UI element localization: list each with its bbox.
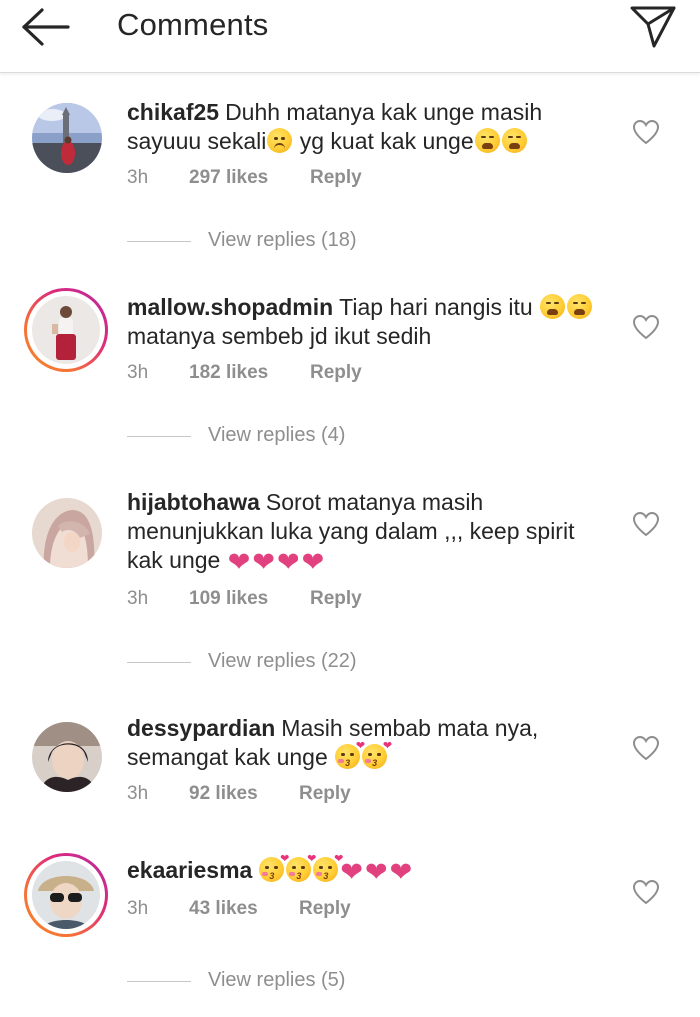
avatar-image [32,861,100,929]
view-replies-label: View replies (22) [208,650,357,672]
view-replies-button[interactable]: View replies (22) [127,650,427,674]
page-title: Comments [117,7,269,42]
share-button[interactable] [628,2,678,50]
view-replies-label: View replies (18) [208,229,357,251]
avatar[interactable] [24,490,108,574]
comment-body-continued: yg kuat kak unge [293,128,474,154]
pink-heart-emoji: ❤ [340,857,363,887]
reply-button[interactable]: Reply [299,898,351,920]
arrow-left-icon [22,8,70,46]
likes-count[interactable]: 43 likes [189,898,258,920]
comment-text: ekaariesma 3 ❤ 3 ❤ 3 ❤ ❤❤❤ [127,854,607,887]
top-bar: Comments [0,0,700,73]
like-button[interactable] [632,314,660,340]
avatar[interactable] [24,714,108,798]
comment-username[interactable]: chikaf25 [127,99,219,125]
comment-body: Tiap hari nangis itu [339,294,540,320]
reply-button[interactable]: Reply [310,167,362,189]
frowning-face-emoji [267,128,293,153]
comment-username[interactable]: dessypardian [127,715,275,741]
reply-button[interactable]: Reply [310,362,362,384]
kissing-face-emoji: 3 ❤ [313,854,343,882]
pink-heart-emoji: ❤ [301,547,325,577]
avatar-image [32,103,102,173]
divider-line [127,436,191,437]
comment-username[interactable]: mallow.shopadmin [127,294,333,320]
like-button[interactable] [632,735,660,761]
heart-outline-icon [632,119,660,145]
pink-heart-emoji: ❤ [364,857,388,887]
kissing-face-emoji: 3 ❤ [335,741,365,769]
tired-face-emoji [540,294,566,319]
like-button[interactable] [632,879,660,905]
reply-button[interactable]: Reply [310,588,362,610]
kissing-face-emoji: 3 ❤ [259,854,289,882]
avatar[interactable] [24,95,108,179]
comment-time: 3h [127,898,149,919]
comment-text: dessypardian Masih sembab mata nya, seman… [127,714,607,772]
like-button[interactable] [632,119,660,145]
tired-face-emoji [474,128,500,153]
view-replies-button[interactable]: View replies (4) [127,424,427,448]
tired-face-emoji [567,294,593,319]
avatar-image [32,296,100,364]
kissing-face-emoji: 3 ❤ [362,741,392,769]
likes-count[interactable]: 109 likes [189,588,268,610]
likes-count[interactable]: 182 likes [189,362,268,384]
comment-time: 3h [127,588,149,609]
reply-button[interactable]: Reply [299,783,351,805]
comment-time: 3h [127,362,149,383]
avatar-image [32,722,102,792]
view-replies-button[interactable]: View replies (18) [127,229,427,253]
comment-text: hijabtohawa Sorot matanya masih menunjukk… [127,488,607,577]
kissing-face-emoji: 3 ❤ [286,854,316,882]
likes-count[interactable]: 297 likes [189,167,268,189]
divider-line [127,662,191,663]
back-button[interactable] [20,6,72,48]
pink-heart-emoji: ❤ [227,547,251,577]
likes-count[interactable]: 92 likes [189,783,258,805]
like-button[interactable] [632,511,660,537]
heart-outline-icon [632,879,660,905]
view-replies-label: View replies (4) [208,424,346,446]
avatar-image [32,498,102,568]
comment-username[interactable]: ekaariesma [127,857,252,883]
heart-outline-icon [632,735,660,761]
paper-plane-icon [630,6,676,48]
comment-time: 3h [127,783,149,804]
pink-heart-emoji: ❤ [252,547,275,577]
comment-time: 3h [127,167,149,188]
comment-username[interactable]: hijabtohawa [127,489,260,515]
heart-outline-icon [632,314,660,340]
view-replies-label: View replies (5) [208,969,346,991]
divider-line [127,981,191,982]
pink-heart-emoji: ❤ [389,857,413,887]
heart-outline-icon [632,511,660,537]
avatar[interactable] [24,288,108,372]
comment-text: chikaf25 Duhh matanya kak unge masih sayu… [127,98,607,156]
view-replies-button[interactable]: View replies (5) [127,969,427,993]
avatar[interactable] [24,853,108,937]
comment-body-continued: matanya sembeb jd ikut sedih [127,323,432,349]
comment-text: mallow.shopadmin Tiap hari nangis itu mat… [127,293,607,351]
pink-heart-emoji: ❤ [277,547,300,577]
tired-face-emoji [501,128,527,153]
divider-line [127,241,191,242]
